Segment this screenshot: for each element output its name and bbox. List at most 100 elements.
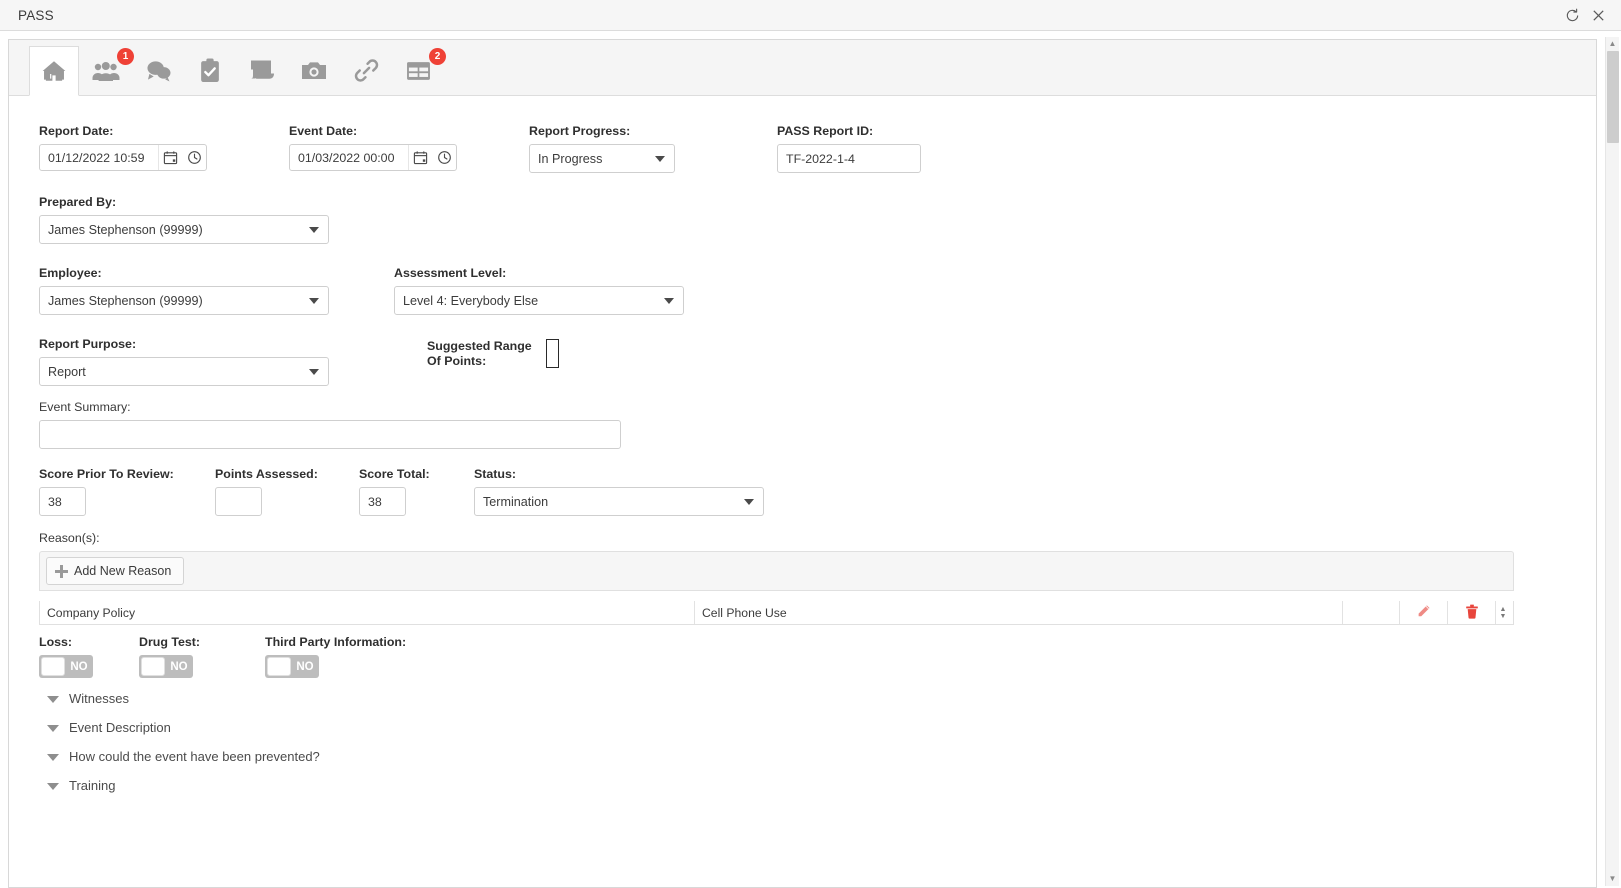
clock-icon[interactable] (432, 145, 456, 170)
loss-label: Loss: (39, 635, 73, 649)
add-new-reason-button[interactable]: Add New Reason (46, 557, 185, 585)
chevron-down-icon (47, 725, 59, 732)
field-score-prior: Score Prior To Review: (39, 467, 215, 516)
tab-people[interactable]: 1 (81, 45, 134, 95)
clock-icon[interactable] (182, 145, 206, 170)
report-date-label: Report Date: (39, 124, 114, 138)
third-party-toggle[interactable]: NO (265, 655, 319, 678)
event-summary-label: Event Summary: (39, 400, 131, 414)
points-assessed-label: Points Assessed: (215, 467, 318, 481)
calendar-icon[interactable] (408, 145, 432, 170)
close-icon[interactable] (1585, 2, 1611, 28)
field-employee: Employee: James Stephenson (99999) (39, 266, 394, 315)
assessment-level-select[interactable]: Level 4: Everybody Else (394, 286, 684, 315)
add-new-reason-label: Add New Reason (74, 564, 172, 578)
suggested-range-label-line1: Suggested Range (427, 339, 532, 353)
pencil-icon[interactable] (1416, 604, 1431, 622)
reason-category-cell: Company Policy (40, 601, 695, 624)
tab-photos[interactable] (289, 45, 339, 95)
score-total-input[interactable] (359, 487, 406, 516)
content-panel: 1 2 Report Date: 01/12/2022 10:59 Event … (8, 39, 1597, 888)
chevron-down-icon (655, 155, 665, 162)
report-progress-select[interactable]: In Progress (529, 144, 675, 173)
trash-icon[interactable] (1465, 604, 1479, 622)
drug-test-toggle-value: NO (170, 660, 188, 673)
window-title: PASS (18, 7, 54, 23)
employee-value: James Stephenson (99999) (48, 293, 203, 308)
event-date-label: Event Date: (289, 124, 358, 138)
title-bar: PASS (0, 0, 1621, 31)
pass-report-id-input[interactable] (777, 144, 921, 173)
spinner-down-icon[interactable]: ▼ (1500, 613, 1507, 620)
tab-comments[interactable] (133, 45, 183, 95)
chevron-down-icon (309, 368, 319, 375)
refresh-icon[interactable] (1559, 2, 1585, 28)
table-row[interactable]: Company Policy Cell Phone Use ▲ ▼ (40, 601, 1513, 624)
tab-tables-badge: 2 (429, 48, 446, 65)
report-progress-value: In Progress (538, 151, 603, 166)
field-report-purpose: Report Purpose: Report (39, 337, 427, 386)
score-prior-input[interactable] (39, 487, 86, 516)
scrollbar-thumb[interactable] (1607, 51, 1619, 143)
row-scores: Score Prior To Review: Points Assessed: … (39, 467, 1568, 516)
scrollbar-track[interactable] (1606, 51, 1619, 872)
plus-icon (55, 564, 68, 578)
status-value: Termination (483, 494, 549, 509)
report-purpose-select[interactable]: Report (39, 357, 329, 386)
tab-tables[interactable]: 2 (393, 45, 446, 95)
collapsible-sections: Witnesses Event Description How could th… (39, 684, 1568, 800)
vertical-scrollbar[interactable]: ▲ ▼ (1605, 37, 1619, 886)
points-assessed-input[interactable] (215, 487, 262, 516)
field-report-date: Report Date: (39, 124, 289, 173)
reasons-label: Reason(s): (39, 531, 100, 545)
section-event-description-label: Event Description (69, 720, 171, 735)
tab-tasks[interactable] (185, 45, 235, 95)
chevron-down-icon (47, 754, 59, 761)
scroll-up-icon[interactable]: ▲ (1606, 37, 1620, 51)
section-witnesses-label: Witnesses (69, 691, 129, 706)
prepared-by-value: James Stephenson (99999) (48, 222, 203, 237)
field-loss: Loss: NO (39, 635, 139, 678)
status-select[interactable]: Termination (474, 487, 764, 516)
assessment-level-label: Assessment Level: (394, 266, 507, 280)
tab-links[interactable] (341, 45, 391, 95)
field-suggested-range: Suggested Range Of Points: (427, 337, 559, 386)
body-area: 1 2 Report Date: 01/12/2022 10:59 Event … (0, 31, 1621, 888)
calendar-icon[interactable] (158, 145, 182, 170)
reason-edit-cell[interactable] (1400, 601, 1448, 624)
field-third-party: Third Party Information: NO (265, 635, 406, 678)
chevron-down-icon (309, 297, 319, 304)
section-event-description[interactable]: Event Description (39, 713, 1568, 742)
event-date-input[interactable] (290, 145, 408, 170)
third-party-toggle-knob (267, 657, 291, 676)
chevron-down-icon (47, 696, 59, 703)
reason-spinner-cell[interactable]: ▲ ▼ (1496, 601, 1510, 624)
employee-label: Employee: (39, 266, 102, 280)
scroll-down-icon[interactable]: ▼ (1606, 872, 1620, 886)
row-event-summary: Event Summary: (39, 400, 1568, 449)
section-prevention-label: How could the event have been prevented? (69, 749, 320, 764)
section-prevention[interactable]: How could the event have been prevented? (39, 742, 1568, 771)
prepared-by-select[interactable]: James Stephenson (99999) (39, 215, 329, 244)
reason-delete-cell[interactable] (1448, 601, 1496, 624)
row-toggles: Loss: NO Drug Test: NO Third Party Infor… (39, 635, 1568, 678)
section-training[interactable]: Training (39, 771, 1568, 800)
event-summary-input[interactable] (39, 420, 621, 449)
tab-documents[interactable] (237, 45, 287, 95)
field-drug-test: Drug Test: NO (139, 635, 265, 678)
row-spinner[interactable]: ▲ ▼ (1496, 606, 1510, 620)
event-date-wrap (289, 144, 457, 171)
tab-home[interactable] (29, 46, 79, 96)
section-witnesses[interactable]: Witnesses (39, 684, 1568, 713)
field-pass-report-id: PASS Report ID: (777, 124, 997, 173)
drug-test-toggle[interactable]: NO (139, 655, 193, 678)
suggested-range-value (545, 339, 559, 368)
loss-toggle[interactable]: NO (39, 655, 93, 678)
pass-report-id-label: PASS Report ID: (777, 124, 874, 138)
employee-select[interactable]: James Stephenson (99999) (39, 286, 329, 315)
spinner-up-icon[interactable]: ▲ (1500, 606, 1507, 613)
field-prepared-by: Prepared By: James Stephenson (99999) (39, 195, 329, 244)
report-purpose-value: Report (48, 364, 86, 379)
report-date-input[interactable] (40, 145, 158, 170)
chevron-down-icon (744, 498, 754, 505)
